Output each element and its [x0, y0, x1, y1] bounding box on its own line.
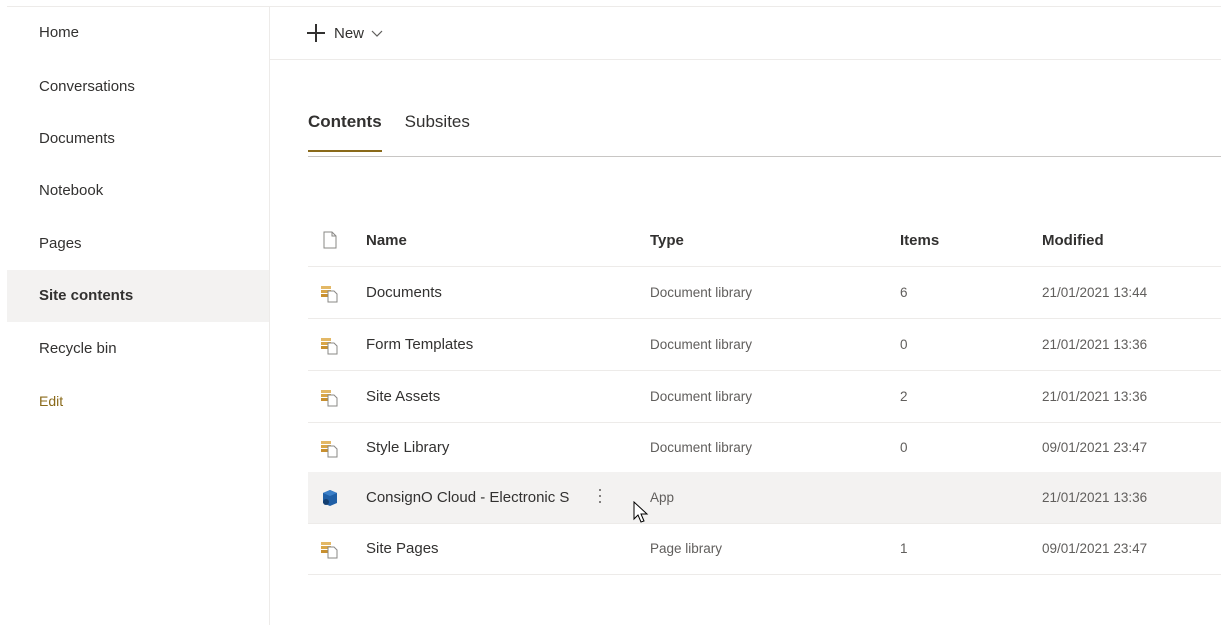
nav-item-site-contents[interactable]: Site contents: [7, 270, 269, 322]
document-library-icon: [321, 389, 338, 406]
chevron-down-icon: [371, 30, 383, 37]
nav-item-home[interactable]: Home: [7, 7, 269, 59]
list-row[interactable]: Style Library Document library 0 09/01/2…: [308, 422, 1221, 474]
more-options-icon[interactable]: [598, 489, 602, 507]
row-name-link[interactable]: Style Library: [366, 422, 449, 473]
row-modified: 09/01/2021 23:47: [1042, 440, 1148, 455]
row-modified: 21/01/2021 13:36: [1042, 490, 1148, 505]
plus-icon: [306, 23, 326, 43]
nav-item-documents[interactable]: Documents: [7, 113, 269, 165]
tab-contents[interactable]: Contents: [308, 104, 382, 152]
nav-item-conversations[interactable]: Conversations: [7, 61, 269, 113]
row-type: Document library: [650, 440, 753, 455]
column-header-name[interactable]: Name: [366, 214, 407, 266]
document-library-icon: [321, 337, 338, 354]
list-row[interactable]: Documents Document library 6 21/01/2021 …: [308, 267, 1221, 319]
row-items: 0: [900, 440, 908, 455]
list-row[interactable]: Site Assets Document library 2 21/01/202…: [308, 371, 1221, 423]
nav-edit-link[interactable]: Edit: [7, 375, 269, 427]
row-type: Document library: [650, 285, 753, 300]
file-type-column-header[interactable]: [318, 214, 342, 266]
pivot-tabs: Contents Subsites: [308, 104, 493, 152]
nav-item-pages[interactable]: Pages: [7, 218, 269, 270]
command-bar: New: [270, 7, 1221, 60]
column-header-type[interactable]: Type: [650, 214, 684, 266]
nav-divider: [269, 7, 270, 625]
row-name-link[interactable]: ConsignO Cloud - Electronic S: [366, 472, 569, 523]
list-row[interactable]: Site Pages Page library 1 09/01/2021 23:…: [308, 523, 1221, 575]
document-library-icon: [321, 285, 338, 302]
left-nav: Home Conversations Documents Notebook Pa…: [7, 7, 269, 625]
row-type: Page library: [650, 541, 723, 556]
row-modified: 21/01/2021 13:36: [1042, 337, 1148, 352]
row-items: 1: [900, 541, 908, 556]
new-button-label: New: [334, 24, 365, 42]
document-library-icon: [321, 541, 338, 558]
row-items: 6: [900, 285, 908, 300]
row-modified: 21/01/2021 13:44: [1042, 285, 1148, 300]
file-icon: [323, 231, 337, 249]
row-modified: 21/01/2021 13:36: [1042, 389, 1148, 404]
document-library-icon: [321, 440, 338, 457]
row-type: Document library: [650, 337, 753, 352]
list-header-row: Name Type Items Modified: [308, 214, 1221, 267]
tab-subsites[interactable]: Subsites: [405, 104, 470, 144]
column-header-items[interactable]: Items: [900, 214, 939, 266]
row-items: 2: [900, 389, 908, 404]
row-name-link[interactable]: Form Templates: [366, 319, 473, 370]
row-name-link[interactable]: Site Assets: [366, 371, 440, 422]
row-type: Document library: [650, 389, 753, 404]
new-button[interactable]: New: [306, 19, 383, 47]
row-name-link[interactable]: Site Pages: [366, 523, 439, 574]
column-header-modified[interactable]: Modified: [1042, 214, 1104, 266]
nav-item-notebook[interactable]: Notebook: [7, 165, 269, 217]
row-type: App: [650, 490, 675, 505]
row-name-link[interactable]: Documents: [366, 267, 442, 318]
mouse-cursor-icon: [633, 501, 649, 523]
nav-item-recycle-bin[interactable]: Recycle bin: [7, 323, 269, 375]
row-items: 0: [900, 337, 908, 352]
row-modified: 09/01/2021 23:47: [1042, 541, 1148, 556]
list-row[interactable]: Form Templates Document library 0 21/01/…: [308, 319, 1221, 371]
app-icon: [323, 489, 337, 506]
tabs-divider: [308, 156, 1221, 157]
list-row[interactable]: ConsignO Cloud - Electronic S App 21/01/…: [308, 472, 1221, 524]
